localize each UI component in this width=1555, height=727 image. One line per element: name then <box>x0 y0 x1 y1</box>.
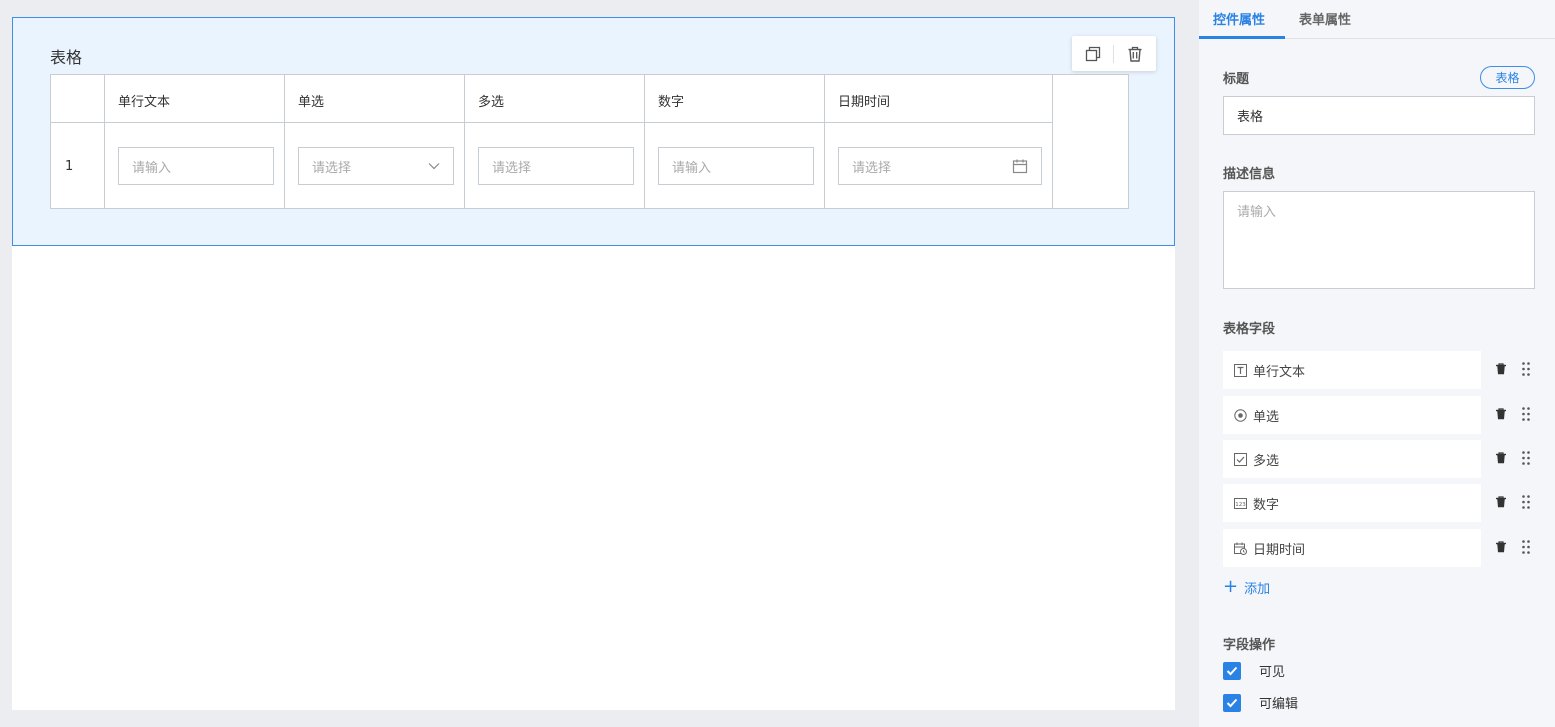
checkbox-label: 可见 <box>1259 665 1286 680</box>
checkbox[interactable] <box>1223 661 1241 680</box>
drag-handle-icon <box>1522 407 1530 421</box>
active-tab-indicator <box>1199 36 1285 39</box>
column-header: 单选 <box>298 95 325 110</box>
panel-tabs: 控件属性 表单属性 <box>1199 0 1555 39</box>
checkmark-icon <box>1226 666 1238 675</box>
visible-checkbox[interactable]: 可见 <box>1223 661 1285 680</box>
select-placeholder: 请选择 <box>312 160 352 176</box>
field-label: 多选 <box>1253 453 1280 469</box>
properties-panel: 控件属性 表单属性 标题 表格 表格 描述信息 请输入 表格字段 单行文本 单选 <box>1199 0 1555 727</box>
index-column <box>51 75 105 208</box>
add-field-button[interactable]: + 添加 <box>1223 577 1270 597</box>
field-item-text[interactable]: 单行文本 <box>1223 351 1481 389</box>
checkmark-icon <box>1226 698 1238 707</box>
checkbox[interactable] <box>1223 693 1241 712</box>
column-header: 单行文本 <box>118 95 171 110</box>
copy-icon <box>1085 46 1100 61</box>
field-item-datetime[interactable]: 日期时间 <box>1223 529 1481 567</box>
field-item-checkbox[interactable]: 多选 <box>1223 440 1481 478</box>
column-header: 数字 <box>658 95 685 110</box>
checkbox-label: 可编辑 <box>1259 697 1299 712</box>
datetime-picker[interactable]: 请选择 <box>838 147 1042 185</box>
widget-title: 表格 <box>50 48 83 67</box>
column-header: 多选 <box>478 95 505 110</box>
tab-form-properties[interactable]: 表单属性 <box>1299 9 1351 28</box>
add-label: 添加 <box>1244 581 1271 597</box>
delete-button[interactable] <box>1114 36 1155 71</box>
trash-icon <box>1496 363 1506 375</box>
table-grid: 单行文本 单选 多选 数字 日期时间 1 请输入 请选择 请选择 请输入 请选择 <box>50 74 1129 209</box>
drag-handle[interactable] <box>1520 361 1532 377</box>
plus-icon: + <box>1223 576 1239 597</box>
drag-handle[interactable] <box>1520 450 1532 466</box>
calendar-icon <box>1012 159 1028 174</box>
widget-toolbar <box>1072 36 1156 71</box>
tab-control-properties[interactable]: 控件属性 <box>1213 9 1265 28</box>
drag-handle[interactable] <box>1520 406 1532 422</box>
header-divider <box>51 122 1053 123</box>
table-widget[interactable]: 表格 单行文本 单选 多选 数字 日期时间 1 请输入 请选择 请选择 请输入 … <box>12 17 1175 246</box>
field-item-number[interactable]: 123 数字 <box>1223 484 1481 522</box>
column-header: 日期时间 <box>838 95 891 110</box>
delete-field-button[interactable] <box>1494 495 1508 509</box>
field-item-radio[interactable]: 单选 <box>1223 396 1481 434</box>
fields-label: 表格字段 <box>1223 322 1276 337</box>
trash-icon <box>1496 496 1506 508</box>
field-label: 日期时间 <box>1253 542 1306 558</box>
text-input[interactable]: 请输入 <box>118 147 274 185</box>
trash-icon <box>1496 541 1506 553</box>
drag-handle[interactable] <box>1520 494 1532 510</box>
checkbox-select[interactable]: 请选择 <box>478 147 634 185</box>
title-input[interactable]: 表格 <box>1223 96 1535 135</box>
field-label: 单选 <box>1253 409 1280 425</box>
copy-button[interactable] <box>1072 36 1113 71</box>
radio-select[interactable]: 请选择 <box>298 147 454 185</box>
title-label: 标题 <box>1223 72 1250 87</box>
textarea-placeholder: 请输入 <box>1237 205 1277 220</box>
delete-field-button[interactable] <box>1494 407 1508 421</box>
drag-handle[interactable] <box>1520 539 1532 555</box>
field-label: 单行文本 <box>1253 364 1306 380</box>
drag-handle-icon <box>1522 451 1530 465</box>
radio-icon <box>1233 408 1247 422</box>
picker-placeholder: 请选择 <box>852 160 892 176</box>
delete-field-button[interactable] <box>1494 540 1508 554</box>
trash-icon <box>1128 46 1141 62</box>
svg-text:123: 123 <box>1235 502 1246 508</box>
editable-checkbox[interactable]: 可编辑 <box>1223 693 1298 712</box>
drag-handle-icon <box>1522 495 1530 509</box>
datetime-icon <box>1233 541 1247 555</box>
checkbox-icon <box>1233 452 1247 466</box>
trash-icon <box>1496 452 1506 464</box>
description-textarea[interactable]: 请输入 <box>1223 191 1535 289</box>
row-number: 1 <box>65 159 74 174</box>
number-icon: 123 <box>1233 496 1247 510</box>
select-placeholder: 请选择 <box>492 160 532 176</box>
drag-handle-icon <box>1522 540 1530 554</box>
field-label: 数字 <box>1253 497 1280 513</box>
chevron-down-icon <box>428 163 440 170</box>
form-canvas: 表格 单行文本 单选 多选 数字 日期时间 1 请输入 请选择 请选择 请输入 … <box>12 17 1175 710</box>
drag-handle-icon <box>1522 362 1530 376</box>
trash-icon <box>1496 408 1506 420</box>
input-placeholder: 请输入 <box>672 160 712 176</box>
description-label: 描述信息 <box>1223 167 1276 182</box>
input-placeholder: 请输入 <box>132 160 172 176</box>
number-input[interactable]: 请输入 <box>658 147 814 185</box>
operations-label: 字段操作 <box>1223 638 1276 653</box>
delete-field-button[interactable] <box>1494 451 1508 465</box>
type-badge: 表格 <box>1480 66 1535 89</box>
delete-field-button[interactable] <box>1494 362 1508 376</box>
text-icon <box>1233 363 1247 377</box>
